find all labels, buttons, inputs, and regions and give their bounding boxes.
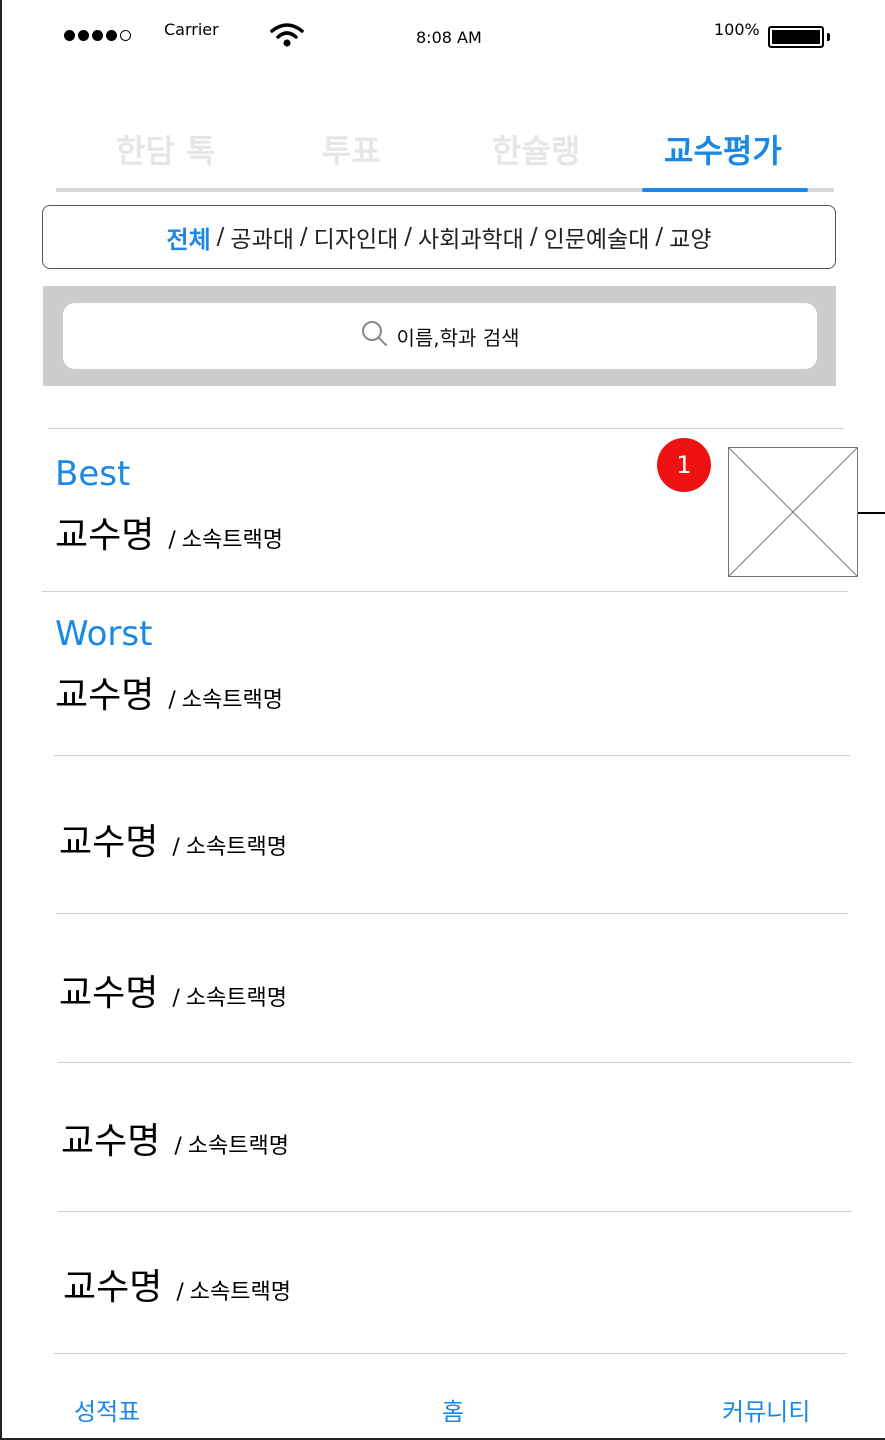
tab-handam-talk[interactable]: 한담 톡 xyxy=(116,126,215,172)
bottom-nav-divider xyxy=(54,1353,846,1354)
filter-all[interactable]: 전체 xyxy=(167,220,211,255)
app-frame: Carrier 8:08 AM 100% 한담 톡 투표 한슐랭 교수평가 전체… xyxy=(0,0,885,1440)
track-name: 소속트랙명 xyxy=(189,1280,291,1305)
row-divider xyxy=(54,755,850,756)
track-name: 소속트랙명 xyxy=(181,688,283,713)
filter-engineering[interactable]: 공과대 xyxy=(230,220,293,254)
annotation-connector xyxy=(858,512,885,514)
filter-separator: / xyxy=(655,224,664,250)
name-separator: / xyxy=(174,1134,182,1159)
list-item[interactable]: 교수명 / 소속트랙명 xyxy=(55,506,283,558)
search-bar-container: 이름,학과 검색 xyxy=(43,286,836,386)
battery-tip xyxy=(827,33,830,41)
image-placeholder-icon xyxy=(728,447,858,577)
row-divider xyxy=(48,428,844,429)
worst-label: Worst xyxy=(55,614,153,654)
search-input[interactable]: 이름,학과 검색 xyxy=(63,303,817,369)
tab-vote[interactable]: 투표 xyxy=(322,126,381,172)
best-label: Best xyxy=(55,454,131,494)
filter-separator: / xyxy=(216,224,225,250)
name-separator: / xyxy=(176,1280,184,1305)
list-item[interactable]: 교수명 / 소속트랙명 xyxy=(55,666,283,718)
tab-hanshurang[interactable]: 한슐랭 xyxy=(492,126,580,172)
annotation-badge: 1 xyxy=(657,438,711,492)
filter-separator: / xyxy=(299,224,308,250)
filter-social-science[interactable]: 사회과학대 xyxy=(418,220,524,254)
filter-liberal-arts[interactable]: 교양 xyxy=(669,220,711,254)
wifi-icon xyxy=(270,22,304,52)
professor-name: 교수명 xyxy=(59,822,159,863)
filter-design[interactable]: 디자인대 xyxy=(314,220,399,254)
filter-separator: / xyxy=(529,224,538,250)
list-item[interactable]: 교수명 / 소속트랙명 xyxy=(59,964,287,1016)
professor-name: 교수명 xyxy=(63,1267,163,1308)
active-tab-indicator xyxy=(642,188,808,192)
row-divider xyxy=(42,591,848,592)
track-name: 소속트랙명 xyxy=(185,986,287,1011)
bottom-nav: 성적표 홈 커뮤니티 xyxy=(2,1356,885,1440)
top-tabs: 한담 톡 투표 한슐랭 교수평가 xyxy=(56,118,834,192)
list-item[interactable]: 교수명 / 소속트랙명 xyxy=(63,1258,291,1310)
list-item[interactable]: 교수명 / 소속트랙명 xyxy=(59,813,287,865)
filter-separator: / xyxy=(404,224,413,250)
nav-community[interactable]: 커뮤니티 xyxy=(722,1392,810,1427)
list-item[interactable]: 교수명 / 소속트랙명 xyxy=(61,1112,289,1164)
tab-professor-review[interactable]: 교수평가 xyxy=(664,126,782,172)
professor-name: 교수명 xyxy=(61,1121,161,1162)
name-separator: / xyxy=(172,986,180,1011)
search-placeholder: 이름,학과 검색 xyxy=(396,325,520,350)
status-bar: Carrier 8:08 AM 100% xyxy=(2,0,885,70)
search-icon xyxy=(360,319,390,354)
carrier-label: Carrier xyxy=(164,20,219,39)
name-separator: / xyxy=(168,688,176,713)
professor-name: 교수명 xyxy=(55,675,155,716)
professor-name: 교수명 xyxy=(59,973,159,1014)
name-separator: / xyxy=(168,528,176,553)
battery-percent: 100% xyxy=(714,20,760,39)
clock: 8:08 AM xyxy=(416,28,482,47)
signal-dots-icon xyxy=(64,30,131,41)
nav-grades[interactable]: 성적표 xyxy=(74,1392,140,1427)
row-divider xyxy=(56,913,848,914)
college-filter: 전체 / 공과대 / 디자인대 / 사회과학대 / 인문예술대 / 교양 xyxy=(42,205,836,269)
filter-humanities-arts[interactable]: 인문예술대 xyxy=(544,220,650,254)
battery-icon xyxy=(768,26,824,48)
track-name: 소속트랙명 xyxy=(187,1134,289,1159)
row-divider xyxy=(58,1062,852,1063)
professor-name: 교수명 xyxy=(55,515,155,556)
nav-home[interactable]: 홈 xyxy=(442,1392,464,1427)
row-divider xyxy=(58,1211,852,1212)
track-name: 소속트랙명 xyxy=(181,528,283,553)
track-name: 소속트랙명 xyxy=(185,835,287,860)
name-separator: / xyxy=(172,835,180,860)
